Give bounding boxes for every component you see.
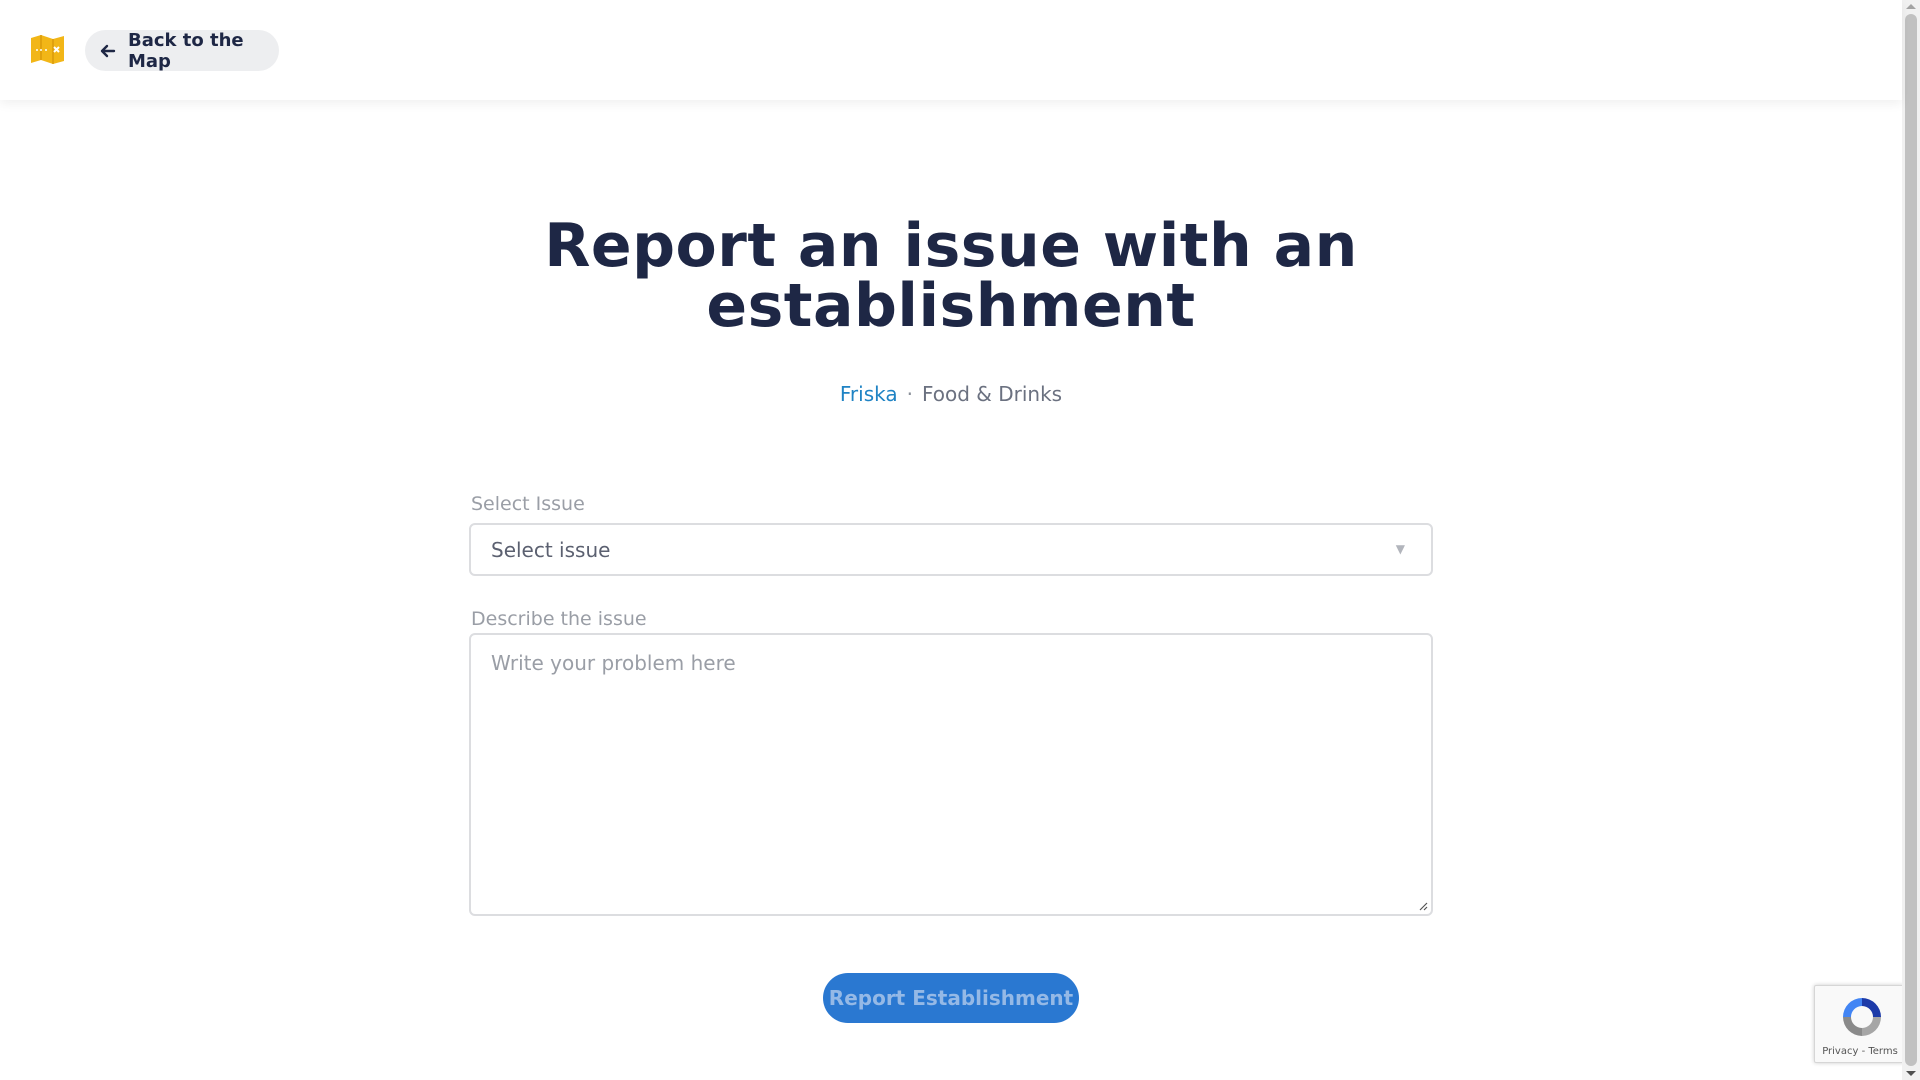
recaptcha-icon bbox=[1843, 998, 1881, 1036]
back-to-map-button[interactable]: Back to the Map bbox=[85, 29, 279, 72]
page-title-line-1: Report an issue with an bbox=[544, 211, 1358, 281]
page-scrollbar[interactable] bbox=[1902, 0, 1920, 1080]
arrow-left-icon bbox=[99, 42, 117, 60]
meta-separator: · bbox=[906, 382, 913, 406]
issue-select-value: Select issue bbox=[491, 537, 611, 562]
page-title-line-2: establishment bbox=[706, 271, 1196, 341]
chevron-down-icon: ▼ bbox=[1395, 542, 1405, 556]
issue-select-label: Select Issue bbox=[471, 493, 585, 515]
report-establishment-label: Report Establishment bbox=[828, 986, 1074, 1010]
establishment-meta: Friska · Food & Drinks bbox=[0, 382, 1902, 406]
resize-handle-icon[interactable] bbox=[1418, 901, 1428, 911]
report-establishment-button[interactable]: Report Establishment bbox=[823, 973, 1079, 1023]
description-textarea[interactable]: Write your problem here bbox=[469, 633, 1433, 916]
map-logo-icon[interactable] bbox=[30, 34, 65, 65]
description-placeholder: Write your problem here bbox=[491, 651, 736, 675]
scroll-up-icon[interactable] bbox=[1906, 4, 1916, 9]
issue-select[interactable]: Select issue ▼ bbox=[469, 523, 1433, 576]
establishment-category: Food & Drinks bbox=[921, 382, 1063, 406]
top-navigation-bar: Back to the Map bbox=[0, 0, 1902, 100]
back-to-map-label: Back to the Map bbox=[128, 29, 244, 72]
description-label: Describe the issue bbox=[471, 608, 647, 630]
recaptcha-links[interactable]: Privacy - Terms bbox=[1815, 1046, 1905, 1057]
page: Back to the Map Report an issue with an … bbox=[0, 0, 1920, 1080]
establishment-name-link[interactable]: Friska bbox=[840, 382, 898, 406]
page-title: Report an issue with an establishment bbox=[0, 216, 1902, 336]
scrollbar-thumb[interactable] bbox=[1905, 14, 1917, 1066]
scroll-down-icon[interactable] bbox=[1906, 1071, 1916, 1076]
recaptcha-badge[interactable]: Privacy - Terms bbox=[1814, 985, 1904, 1063]
